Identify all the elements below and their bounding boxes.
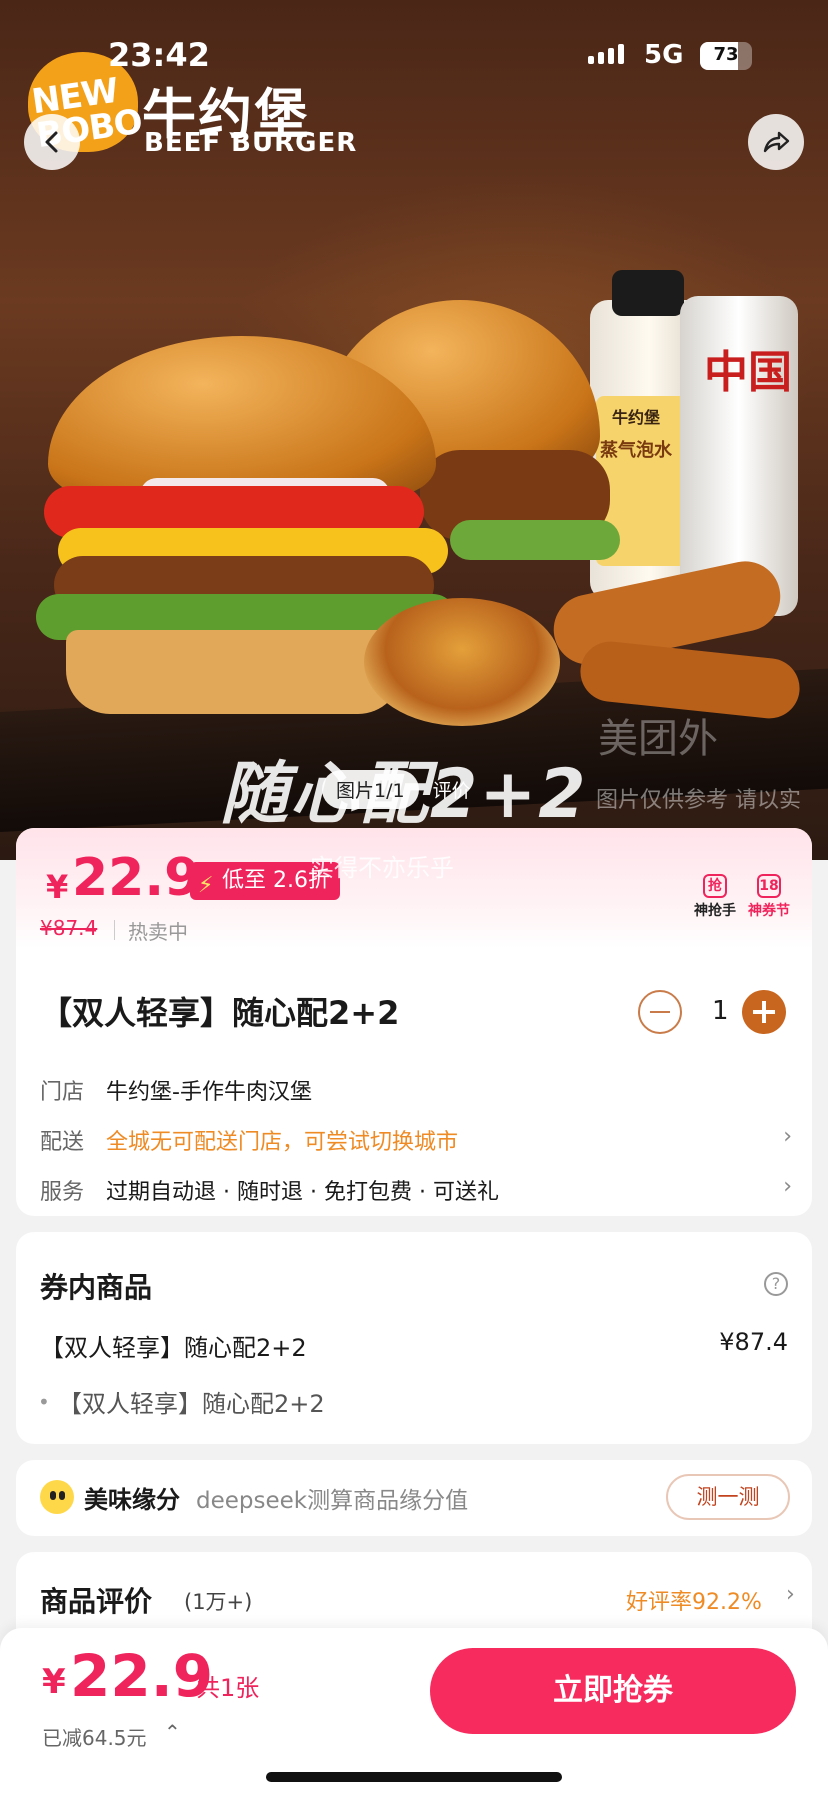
status-time: 23:42: [108, 36, 210, 74]
test-match-button[interactable]: 测一测: [666, 1474, 790, 1520]
product-title: 【双人轻享】随心配2+2: [40, 994, 400, 1032]
network-type: 5G: [644, 40, 684, 70]
chevron-left-icon: [45, 131, 58, 153]
share-icon: [763, 131, 790, 153]
price-slogan-overlay: 实得不亦乐乎: [310, 854, 454, 882]
product-info-card: ¥ 22.9 ⚡ 低至 2.6折 实得不亦乐乎 ¥87.4 热卖中 抢 神抢手 …: [16, 828, 812, 1216]
sale-status: 热卖中: [128, 920, 188, 944]
coupon-item-name: 【双人轻享】随心配2+2: [40, 1334, 307, 1362]
back-button[interactable]: [24, 114, 80, 170]
promo-shenquanjie[interactable]: 18 神券节: [748, 874, 790, 920]
delivery-value: 全城无可配送门店，可尝试切换城市: [106, 1130, 459, 1155]
watermark: 美团外: [598, 716, 718, 762]
promo-label: 神抢手: [694, 903, 736, 919]
match-description: deepseek测算商品缘分值: [196, 1488, 469, 1514]
bullet-icon: •: [38, 1390, 50, 1414]
brand-name-en: BEEF BURGER: [144, 128, 358, 158]
store-value: 牛约堡-手作牛肉汉堡: [106, 1080, 312, 1105]
back-burger-lettuce: [450, 520, 620, 560]
store-row[interactable]: 门店 牛约堡-手作牛肉汉堡: [40, 1074, 796, 1106]
can-text: 中国: [704, 347, 792, 398]
chevron-right-icon: ›: [783, 1124, 792, 1149]
home-indicator: [266, 1772, 562, 1782]
promo-label: 神券节: [748, 903, 790, 919]
buy-now-button[interactable]: 立即抢券: [430, 1648, 796, 1734]
original-price: ¥87.4: [40, 916, 98, 940]
coupon-festival-icon: 18: [757, 874, 781, 898]
bottle-flavor-text: 蒸气泡水: [600, 440, 672, 461]
coupon-item-price: ¥87.4: [719, 1328, 788, 1356]
service-row[interactable]: 服务 过期自动退 · 随时退 · 免打包费 · 可送礼 ›: [40, 1174, 796, 1206]
chevron-up-icon[interactable]: ⌃: [164, 1720, 181, 1744]
product-hero-image[interactable]: 牛约堡 蒸气泡水 中国 NEW BOBO 牛约堡 BEEF BURGER 23:4…: [0, 0, 828, 860]
delivery-row[interactable]: 配送 全城无可配送门店，可尝试切换城市 ›: [40, 1124, 796, 1156]
lightning-icon: ⚡: [198, 873, 214, 898]
coupon-sub-item: 【双人轻享】随心配2+2: [58, 1390, 325, 1418]
bottle-brand-text: 牛约堡: [612, 408, 661, 427]
bottom-purchase-bar: ¥ 22.9 共1张 已减64.5元 ⌃ 立即抢券: [0, 1628, 828, 1795]
quantity-value: 1: [712, 996, 729, 1026]
quantity-decrease-button[interactable]: [638, 990, 682, 1034]
price-currency: ¥: [46, 868, 69, 906]
delivery-label: 配送: [40, 1130, 85, 1155]
signal-icon: [588, 44, 624, 64]
chevron-right-icon: ›: [786, 1582, 795, 1607]
promo-badges: 抢 神抢手 18 神券节: [694, 874, 790, 920]
battery-level: 73: [713, 44, 739, 65]
page: 牛约堡 蒸气泡水 中国 NEW BOBO 牛约堡 BEEF BURGER 23:4…: [0, 0, 828, 1795]
price-value: 22.9: [72, 848, 201, 908]
tab-images[interactable]: 图片1/1: [322, 770, 419, 809]
match-title: 美味缘分: [84, 1486, 180, 1514]
front-burger-bottom-bun: [66, 630, 402, 714]
bottle-cap: [612, 270, 684, 316]
reviews-count: (1万+): [184, 1590, 253, 1614]
flavor-match-card: 美味缘分 deepseek测算商品缘分值 测一测: [16, 1460, 812, 1536]
battery-icon: 73: [700, 42, 752, 70]
share-button[interactable]: [748, 114, 804, 170]
service-value: 过期自动退 · 随时退 · 免打包费 · 可送礼: [106, 1180, 499, 1205]
watermark-note: 图片仅供参考 请以实: [596, 788, 801, 813]
saved-amount[interactable]: 已减64.5元: [42, 1722, 147, 1751]
store-label: 门店: [40, 1080, 85, 1105]
promo-shenqiangshou[interactable]: 抢 神抢手: [694, 874, 736, 920]
help-icon[interactable]: ?: [764, 1272, 788, 1296]
total-price: 22.9: [70, 1642, 214, 1710]
grab-icon: 抢: [703, 874, 727, 898]
image-tabs: 图片1/1 评价: [322, 770, 471, 809]
chevron-right-icon: ›: [783, 1174, 792, 1199]
coupon-count: 共1张: [196, 1674, 260, 1702]
divider: [114, 920, 115, 940]
positive-rate: 好评率92.2%: [626, 1590, 762, 1615]
coupon-items-title: 券内商品: [40, 1271, 153, 1304]
total-currency: ¥: [42, 1662, 66, 1702]
coupon-items-card: 券内商品 ? 【双人轻享】随心配2+2 ¥87.4 • 【双人轻享】随心配2+2: [16, 1232, 812, 1444]
service-label: 服务: [40, 1180, 85, 1205]
tab-reviews[interactable]: 评价: [433, 776, 471, 803]
heart-face-icon: [40, 1480, 74, 1514]
egg-tart: [364, 598, 560, 726]
quantity-increase-button[interactable]: [742, 990, 786, 1034]
reviews-title: 商品评价: [40, 1585, 153, 1618]
